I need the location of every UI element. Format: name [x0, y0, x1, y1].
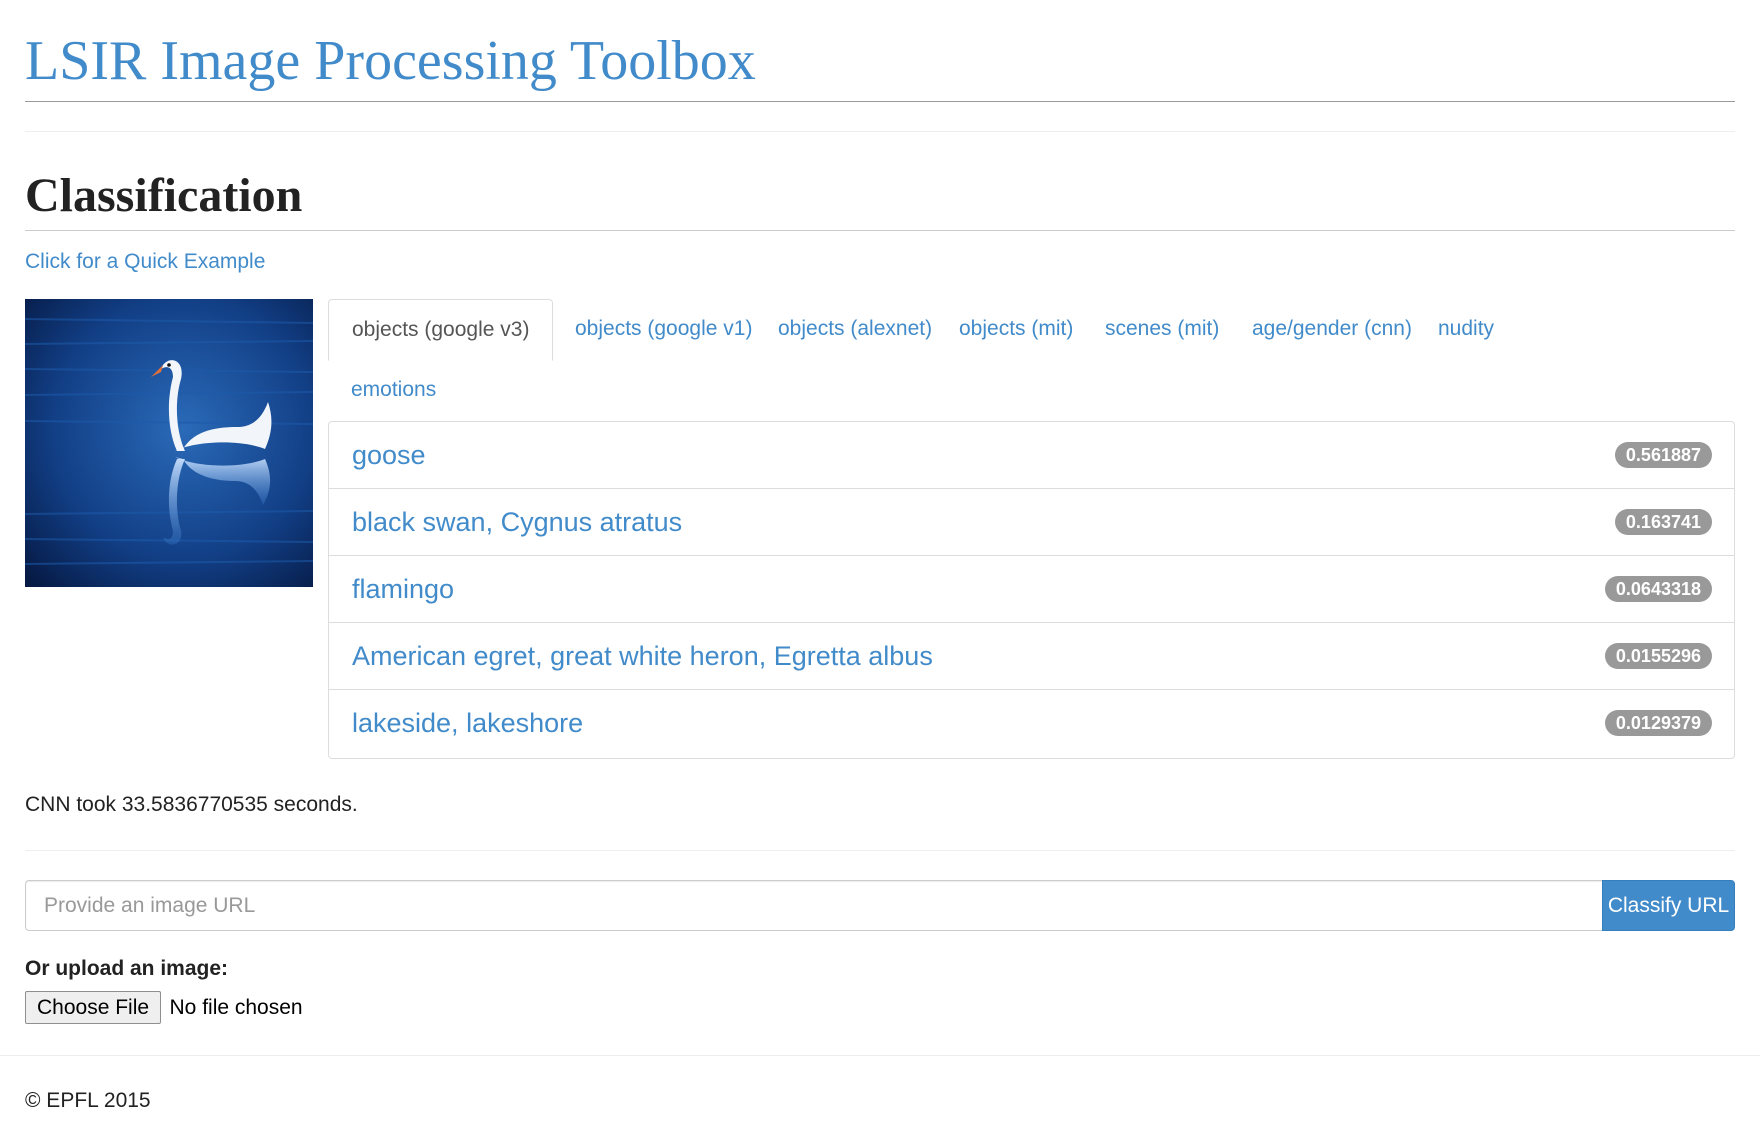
- tab-objects-mit[interactable]: objects (mit): [936, 299, 1096, 361]
- choose-file-button[interactable]: Choose File: [25, 991, 162, 1024]
- section-title: Classification: [25, 169, 303, 222]
- quick-example-link[interactable]: Click for a Quick Example: [25, 249, 265, 275]
- image-url-input[interactable]: [25, 880, 1603, 931]
- tab-age-gender-cnn[interactable]: age/gender (cnn): [1229, 299, 1435, 361]
- result-label: American egret, great white heron, Egret…: [352, 641, 933, 671]
- list-item[interactable]: black swan, Cygnus atratus 0.163741: [329, 489, 1734, 556]
- score-badge: 0.561887: [1614, 442, 1712, 468]
- tab-objects-google-v1[interactable]: objects (google v1): [552, 299, 775, 361]
- footer-divider: [0, 1055, 1760, 1056]
- score-badge: 0.163741: [1614, 509, 1712, 535]
- result-label: lakeside, lakeshore: [352, 708, 584, 738]
- tab-nudity[interactable]: nudity: [1415, 299, 1517, 361]
- file-status: No file chosen: [169, 996, 303, 1019]
- list-item[interactable]: goose 0.561887: [329, 422, 1734, 489]
- score-badge: 0.0643318: [1604, 576, 1712, 602]
- score-badge: 0.0155296: [1604, 643, 1712, 669]
- classified-image-swan: [25, 299, 313, 587]
- form-divider: [25, 850, 1735, 851]
- site-title[interactable]: LSIR Image Processing Toolbox: [25, 28, 756, 94]
- file-upload-control: Choose File No file chosen: [25, 991, 303, 1024]
- classify-url-button[interactable]: Classify URL: [1602, 880, 1735, 931]
- results-list: goose 0.561887 black swan, Cygnus atratu…: [328, 421, 1735, 759]
- result-label: flamingo: [352, 574, 455, 604]
- result-label: black swan, Cygnus atratus: [352, 507, 683, 537]
- result-label: goose: [352, 440, 426, 470]
- score-badge: 0.0129379: [1604, 710, 1712, 736]
- tab-emotions[interactable]: emotions: [328, 360, 459, 422]
- model-tabs: objects (google v3) objects (google v1) …: [328, 299, 1735, 421]
- list-item[interactable]: lakeside, lakeshore 0.0129379: [329, 690, 1734, 757]
- tab-objects-alexnet[interactable]: objects (alexnet): [755, 299, 955, 361]
- timing-status: CNN took 33.5836770535 seconds.: [25, 793, 358, 816]
- list-item[interactable]: flamingo 0.0643318: [329, 556, 1734, 623]
- footer-copyright: © EPFL 2015: [25, 1089, 151, 1112]
- tab-scenes-mit[interactable]: scenes (mit): [1082, 299, 1242, 361]
- section-divider: [25, 131, 1735, 132]
- tab-objects-google-v3[interactable]: objects (google v3): [328, 299, 554, 361]
- list-item[interactable]: American egret, great white heron, Egret…: [329, 623, 1734, 690]
- header-divider: [25, 101, 1735, 102]
- upload-label: Or upload an image:: [25, 957, 229, 980]
- section-title-underline: [25, 230, 1735, 231]
